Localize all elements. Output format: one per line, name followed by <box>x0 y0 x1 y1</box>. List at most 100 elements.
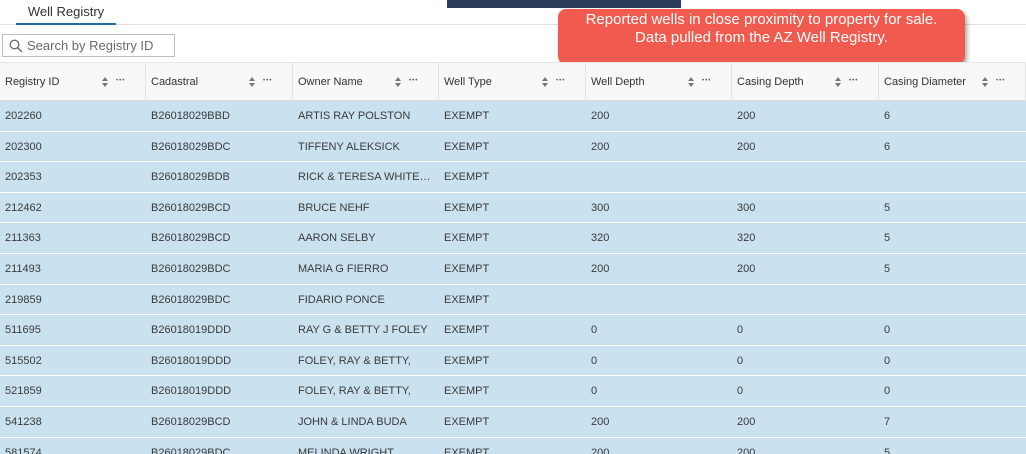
column-header-label: Registry ID <box>5 76 60 88</box>
column-header-label: Casing Depth <box>737 76 804 88</box>
more-options-icon[interactable]: ••• <box>556 63 565 99</box>
cell-well-depth <box>586 285 726 315</box>
tab-well-registry[interactable]: Well Registry <box>16 0 116 25</box>
cell-casing-diameter: 0 <box>884 354 891 367</box>
cell-casing-diameter <box>879 162 1020 192</box>
table-row[interactable]: 541238 B26018029BCD JOHN & LINDA BUDA EXEMP… <box>0 407 1026 438</box>
cell-well-type: EXEMPT <box>444 385 490 398</box>
table-row[interactable]: 521859 B26018019DDD FOLEY, RAY & BETTY, EXE… <box>0 376 1026 407</box>
more-options-icon[interactable]: ••• <box>263 63 272 99</box>
cell-casing-depth: 200 <box>737 140 756 153</box>
more-options-icon[interactable]: ••• <box>849 63 858 99</box>
table-row[interactable]: 202300 B26018029BDC TIFFENY ALEKSICK EXEMPT… <box>0 131 1026 163</box>
cell-well-depth: 0 <box>591 354 598 367</box>
table-row[interactable]: 581574 B26018029BDC MELINDA WRIGHT EXEMPT 20… <box>0 437 1026 454</box>
table-header: Registry ID ••• Cadastral ••• Owner Name ••• W… <box>0 62 1026 101</box>
column-header-cadastral[interactable]: Cadastral ••• <box>146 63 293 101</box>
cell-cadastral: B26018029BDC <box>151 293 231 306</box>
cell-owner-name: RAY G & BETTY J FOLEY <box>298 324 428 337</box>
cell-registry-id: 581574 <box>5 446 42 454</box>
cell-registry-id: 202353 <box>5 171 42 184</box>
cell-cadastral: B26018029BDC <box>151 263 231 275</box>
cell-well-depth <box>586 162 726 192</box>
cell-well-depth: 0 <box>591 324 598 337</box>
more-options-icon[interactable]: ••• <box>409 63 418 99</box>
table-row[interactable]: 515502 B26018019DDD FOLEY, RAY & BETTY, EXE… <box>0 345 1026 377</box>
cell-cadastral: B26018029BDB <box>151 171 230 184</box>
cell-well-type: EXEMPT <box>444 201 490 214</box>
cell-casing-depth: 0 <box>737 385 744 398</box>
table-row[interactable]: 511695 B26018019DDD RAY G & BETTY J FOLEY E… <box>0 315 1026 346</box>
column-header-label: Well Depth <box>591 76 645 88</box>
table-row[interactable]: 202260 B26018029BBD ARTIS RAY POLSTON EXEMP… <box>0 101 1026 132</box>
cell-owner-name: TIFFENY ALEKSICK <box>298 140 400 153</box>
cell-owner-name: AARON SELBY <box>298 232 376 245</box>
cell-registry-id: 515502 <box>5 354 42 367</box>
more-options-icon[interactable]: ••• <box>996 63 1005 99</box>
more-options-icon[interactable]: ••• <box>116 63 125 99</box>
table-row[interactable]: 212462 B26018029BCD BRUCE NEHF EXEMPT 300 300… <box>0 192 1026 224</box>
column-header-casing-diameter[interactable]: Casing Diameter ••• <box>879 63 1026 101</box>
cell-well-type: EXEMPT <box>444 263 490 275</box>
header-band <box>447 0 681 8</box>
cell-well-type: EXEMPT <box>444 354 490 367</box>
cell-casing-diameter: 5 <box>884 446 891 454</box>
cell-well-depth: 320 <box>591 232 610 245</box>
cell-registry-id: 521859 <box>5 385 42 398</box>
cell-casing-depth <box>732 285 873 315</box>
column-header-label: Well Type <box>444 76 492 88</box>
cell-casing-diameter: 5 <box>884 201 891 214</box>
column-header-casing-depth[interactable]: Casing Depth ••• <box>732 63 879 101</box>
cell-well-type: EXEMPT <box>444 416 490 428</box>
column-header-label: Casing Diameter <box>884 76 966 88</box>
cell-well-type: EXEMPT <box>444 171 490 184</box>
cell-casing-diameter: 0 <box>884 324 891 337</box>
well-registry-table: Registry ID ••• Cadastral ••• Owner Name ••• W… <box>0 62 1026 454</box>
table-row[interactable]: 211363 B26018029BCD AARON SELBY EXEMPT 320 32… <box>0 223 1026 254</box>
cell-casing-depth <box>732 162 873 192</box>
cell-owner-name: ARTIS RAY POLSTON <box>298 110 411 122</box>
cell-cadastral: B26018019DDD <box>151 354 232 367</box>
cell-casing-diameter: 0 <box>884 385 891 398</box>
cell-cadastral: B26018029BCD <box>151 232 231 245</box>
table-row[interactable]: 219859 B26018029BDC FIDARIO PONCE EXEMPT <box>0 284 1026 316</box>
more-options-icon[interactable]: ••• <box>702 63 711 99</box>
cell-casing-depth: 0 <box>737 324 744 337</box>
cell-casing-diameter: 5 <box>884 232 891 245</box>
cell-cadastral: B26018029BDC <box>151 446 231 454</box>
cell-owner-name: RICK & TERESA WHITE P... <box>298 171 433 184</box>
column-header-label: Cadastral <box>151 76 199 88</box>
sort-icon[interactable] <box>541 76 549 88</box>
cell-well-type: EXEMPT <box>444 446 490 454</box>
cell-well-type: EXEMPT <box>444 293 490 306</box>
sort-icon[interactable] <box>981 76 989 88</box>
cell-well-depth: 200 <box>591 263 610 275</box>
info-callout: Reported wells in close proximity to pro… <box>558 9 965 64</box>
cell-cadastral: B26018019DDD <box>151 324 232 337</box>
search-input[interactable] <box>27 36 172 55</box>
cell-casing-diameter: 6 <box>884 140 891 153</box>
column-header-owner-name[interactable]: Owner Name ••• <box>293 63 439 101</box>
table-row[interactable]: 211493 B26018029BDC MARIA G FIERRO EXEMPT 20… <box>0 254 1026 285</box>
sort-icon[interactable] <box>834 76 842 88</box>
cell-casing-depth: 200 <box>737 263 756 275</box>
table-row[interactable]: 202353 B26018029BDB RICK & TERESA WHITE P.… <box>0 162 1026 193</box>
cell-registry-id: 202260 <box>5 110 42 122</box>
column-header-registry-id[interactable]: Registry ID ••• <box>0 63 146 101</box>
cell-cadastral: B26018029BCD <box>151 201 231 214</box>
sort-icon[interactable] <box>687 76 695 88</box>
sort-icon[interactable] <box>394 76 402 88</box>
column-header-label: Owner Name <box>298 76 363 88</box>
cell-registry-id: 541238 <box>5 416 42 428</box>
search-box[interactable] <box>2 34 175 57</box>
cell-well-type: EXEMPT <box>444 232 490 245</box>
cell-owner-name: MELINDA WRIGHT <box>298 446 394 454</box>
cell-registry-id: 212462 <box>5 201 42 214</box>
column-header-well-depth[interactable]: Well Depth ••• <box>586 63 732 101</box>
sort-icon[interactable] <box>101 76 109 88</box>
search-icon <box>9 39 23 53</box>
sort-icon[interactable] <box>248 76 256 88</box>
cell-cadastral: B26018029BDC <box>151 140 231 153</box>
cell-casing-diameter: 7 <box>884 416 891 428</box>
column-header-well-type[interactable]: Well Type ••• <box>439 63 586 101</box>
